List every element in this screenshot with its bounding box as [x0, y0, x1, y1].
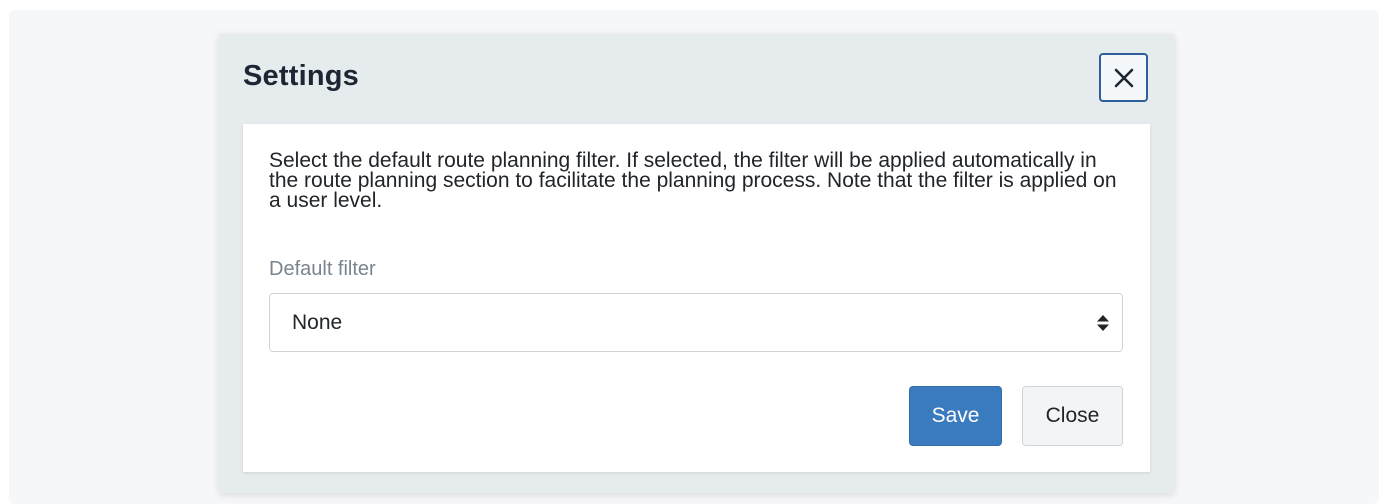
modal-close-button[interactable] [1099, 53, 1148, 102]
default-filter-selected-value: None [292, 311, 343, 334]
select-updown-arrows-icon [1097, 315, 1109, 331]
default-filter-label: Default filter [269, 258, 376, 280]
close-button[interactable]: Close [1022, 386, 1123, 446]
default-filter-select[interactable]: None [269, 293, 1123, 352]
close-x-icon [1114, 68, 1133, 87]
modal-title: Settings [243, 60, 359, 92]
modal-description: Select the default route planning filter… [269, 149, 1117, 212]
save-button[interactable]: Save [909, 386, 1002, 446]
modal-body: Select the default route planning filter… [243, 124, 1150, 472]
settings-modal: Settings Select the default route planni… [219, 34, 1174, 493]
